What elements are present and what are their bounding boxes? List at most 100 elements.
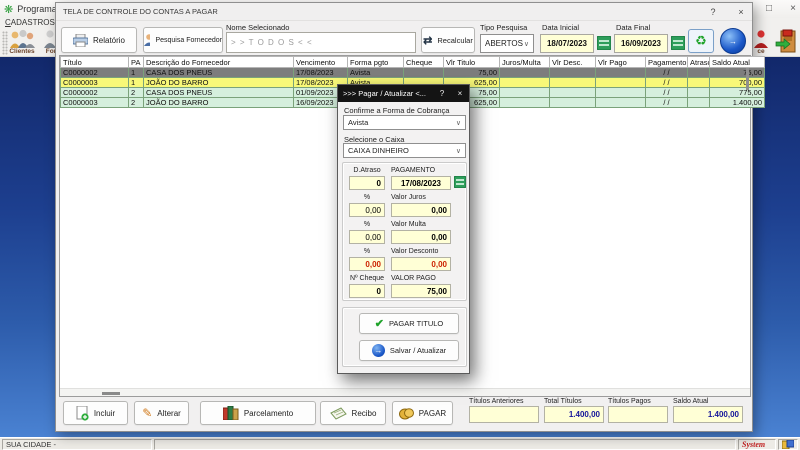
- maximize-button[interactable]: □: [758, 2, 780, 16]
- saldo-atual-label: Saldo Atual: [673, 398, 708, 405]
- table-row[interactable]: C00000021CASA DOS PNEUS17/08/2023Avista7…: [61, 68, 765, 78]
- cheque-field[interactable]: 0: [349, 284, 385, 298]
- nome-selecionado-input[interactable]: > > T O D O S < <: [226, 32, 416, 53]
- column-header-cheque[interactable]: Cheque: [404, 57, 444, 68]
- column-header-vlr_pago[interactable]: Vlr Pago: [596, 57, 646, 68]
- statusbar-spacer: [154, 439, 736, 450]
- column-header-saldo_atual[interactable]: Saldo Atual: [710, 57, 765, 68]
- child-window-title: TELA DE CONTROLE DO CONTAS A PAGAR: [63, 7, 218, 16]
- dialog-close-button[interactable]: ×: [452, 85, 468, 102]
- juros-field[interactable]: 0,00: [391, 203, 451, 217]
- app-logo-icon: ❋: [4, 3, 13, 16]
- multa-pct-label: %: [349, 221, 385, 228]
- desconto-field[interactable]: 0,00: [391, 257, 451, 271]
- cobranca-select[interactable]: Avista ∨: [343, 115, 466, 130]
- pagar-titulo-button[interactable]: ✔ PAGAR TITULO: [359, 313, 459, 334]
- column-header-pa[interactable]: PA: [129, 57, 144, 68]
- cell-vlr_desc: [550, 98, 596, 108]
- toolbar-exit-button[interactable]: [775, 29, 797, 53]
- dialog-actions-group: ✔ PAGAR TITULO → Salvar / Atualizar: [342, 307, 467, 367]
- juros-pct-field[interactable]: 0,00: [349, 203, 385, 217]
- chevron-down-icon: ∨: [456, 119, 461, 127]
- cell-vlr_pago: [596, 88, 646, 98]
- alterar-button[interactable]: ✎ Alterar: [134, 401, 189, 425]
- incluir-button[interactable]: Incluir: [63, 401, 128, 425]
- cell-pagamento: / /: [646, 88, 688, 98]
- data-final-input[interactable]: 16/09/2023: [614, 34, 668, 53]
- statusbar-location: SUA CIDADE -: [2, 439, 152, 450]
- recalcular-label: Recalcular: [437, 36, 472, 45]
- refresh-button[interactable]: ♻: [688, 29, 714, 53]
- cell-saldo_atual: 775,00: [710, 88, 765, 98]
- caixa-select[interactable]: CAIXA DINHEIRO ∨: [343, 143, 466, 158]
- pesquisa-fornecedor-button[interactable]: Pesquisa Fornecedor: [143, 27, 223, 53]
- cell-vlr_desc: [550, 68, 596, 78]
- toolbar-right-button[interactable]: ce: [752, 29, 770, 55]
- tipo-pesquisa-label: Tipo Pesquisa: [480, 23, 527, 32]
- titulos-anteriores-field: [469, 406, 539, 423]
- total-titulos-field: 1.400,00: [544, 406, 604, 423]
- child-help-button[interactable]: ?: [700, 3, 726, 21]
- multa-field[interactable]: 0,00: [391, 230, 451, 244]
- pagamento-field[interactable]: 17/08/2023: [391, 176, 451, 190]
- recalcular-button[interactable]: ⇄ Recalcular: [421, 27, 475, 53]
- pagar-button[interactable]: PAGAR: [392, 401, 453, 425]
- toolbar-clientes-button[interactable]: Clientes: [9, 29, 35, 55]
- add-document-icon: [76, 406, 89, 421]
- pagamento-label: PAGAMENTO: [391, 167, 435, 174]
- main-close-button[interactable]: ×: [782, 2, 800, 16]
- valor-pago-label: VALOR PAGO: [391, 275, 436, 282]
- calendar-icon[interactable]: [454, 176, 466, 188]
- column-header-atraso[interactable]: Atraso: [688, 57, 710, 68]
- tipo-pesquisa-select[interactable]: ABERTOS ∨: [480, 34, 534, 53]
- multa-pct-field[interactable]: 0,00: [349, 230, 385, 244]
- cobranca-value: Avista: [348, 118, 368, 127]
- cell-pagamento: / /: [646, 78, 688, 88]
- chevron-down-icon: ∨: [456, 147, 461, 155]
- column-header-titulo[interactable]: Título: [61, 57, 129, 68]
- printer-icon: [73, 34, 88, 47]
- statusbar: SUA CIDADE - System: [0, 437, 800, 450]
- calendar-icon[interactable]: [597, 36, 611, 50]
- child-titlebar[interactable]: TELA DE CONTROLE DO CONTAS A PAGAR ? ×: [56, 3, 752, 21]
- valor-pago-field[interactable]: 75,00: [391, 284, 451, 298]
- relatorio-button[interactable]: Relatório: [61, 27, 137, 53]
- cell-atraso: [688, 68, 710, 78]
- menu-cadastros[interactable]: CADASTROS: [5, 18, 55, 27]
- column-header-vlr_desc[interactable]: Vlr Desc.: [550, 57, 596, 68]
- column-header-vlr_titulo[interactable]: Vlr Titulo: [444, 57, 500, 68]
- statusbar-app-icon: [778, 439, 798, 450]
- dialog-titlebar[interactable]: >>> Pagar / Atualizar <... ? ×: [338, 85, 469, 102]
- grid-horizontal-scrollbar[interactable]: [60, 388, 750, 396]
- calendar-icon[interactable]: [671, 36, 685, 50]
- exit-door-icon: [775, 29, 797, 53]
- data-inicial-input[interactable]: 18/07/2023: [540, 34, 594, 53]
- cell-pa: 2: [129, 98, 144, 108]
- toolbar-grip[interactable]: [2, 31, 8, 55]
- column-header-vencimento[interactable]: Vencimento: [294, 57, 348, 68]
- recibo-button[interactable]: Recibo: [320, 401, 386, 425]
- column-header-descricao[interactable]: Descrição do Fornecedor: [144, 57, 294, 68]
- arrow-right-icon: →: [729, 37, 737, 46]
- red-figure-icon: [752, 29, 770, 48]
- column-header-juros_multa[interactable]: Juros/Multa: [500, 57, 550, 68]
- cobranca-label: Confirme a Forma de Cobrança: [344, 106, 449, 115]
- total-titulos-label: Total Títulos: [544, 398, 582, 405]
- dialog-help-button[interactable]: ?: [434, 85, 450, 102]
- parcelamento-button[interactable]: Parcelamento: [200, 401, 316, 425]
- salvar-atualizar-button[interactable]: → Salvar / Atualizar: [359, 340, 459, 361]
- payment-fields-group: D.Atraso PAGAMENTO 0 17/08/2023 % Valor …: [342, 162, 467, 301]
- person-icon: [144, 34, 150, 46]
- column-header-forma[interactable]: Forma pgto: [348, 57, 404, 68]
- cell-juros_multa: [500, 78, 550, 88]
- cell-pagamento: / /: [646, 98, 688, 108]
- cell-saldo_atual: 1.400,00: [710, 98, 765, 108]
- child-close-button[interactable]: ×: [728, 3, 754, 21]
- desconto-pct-field[interactable]: 0,00: [349, 257, 385, 271]
- atraso-field[interactable]: 0: [349, 176, 385, 190]
- books-icon: [223, 406, 239, 420]
- grid-vertical-scrollbar[interactable]: [746, 68, 749, 108]
- go-button[interactable]: →: [720, 28, 746, 54]
- swap-arrows-icon: ⇄: [423, 34, 432, 47]
- column-header-pagamento[interactable]: Pagamento: [646, 57, 688, 68]
